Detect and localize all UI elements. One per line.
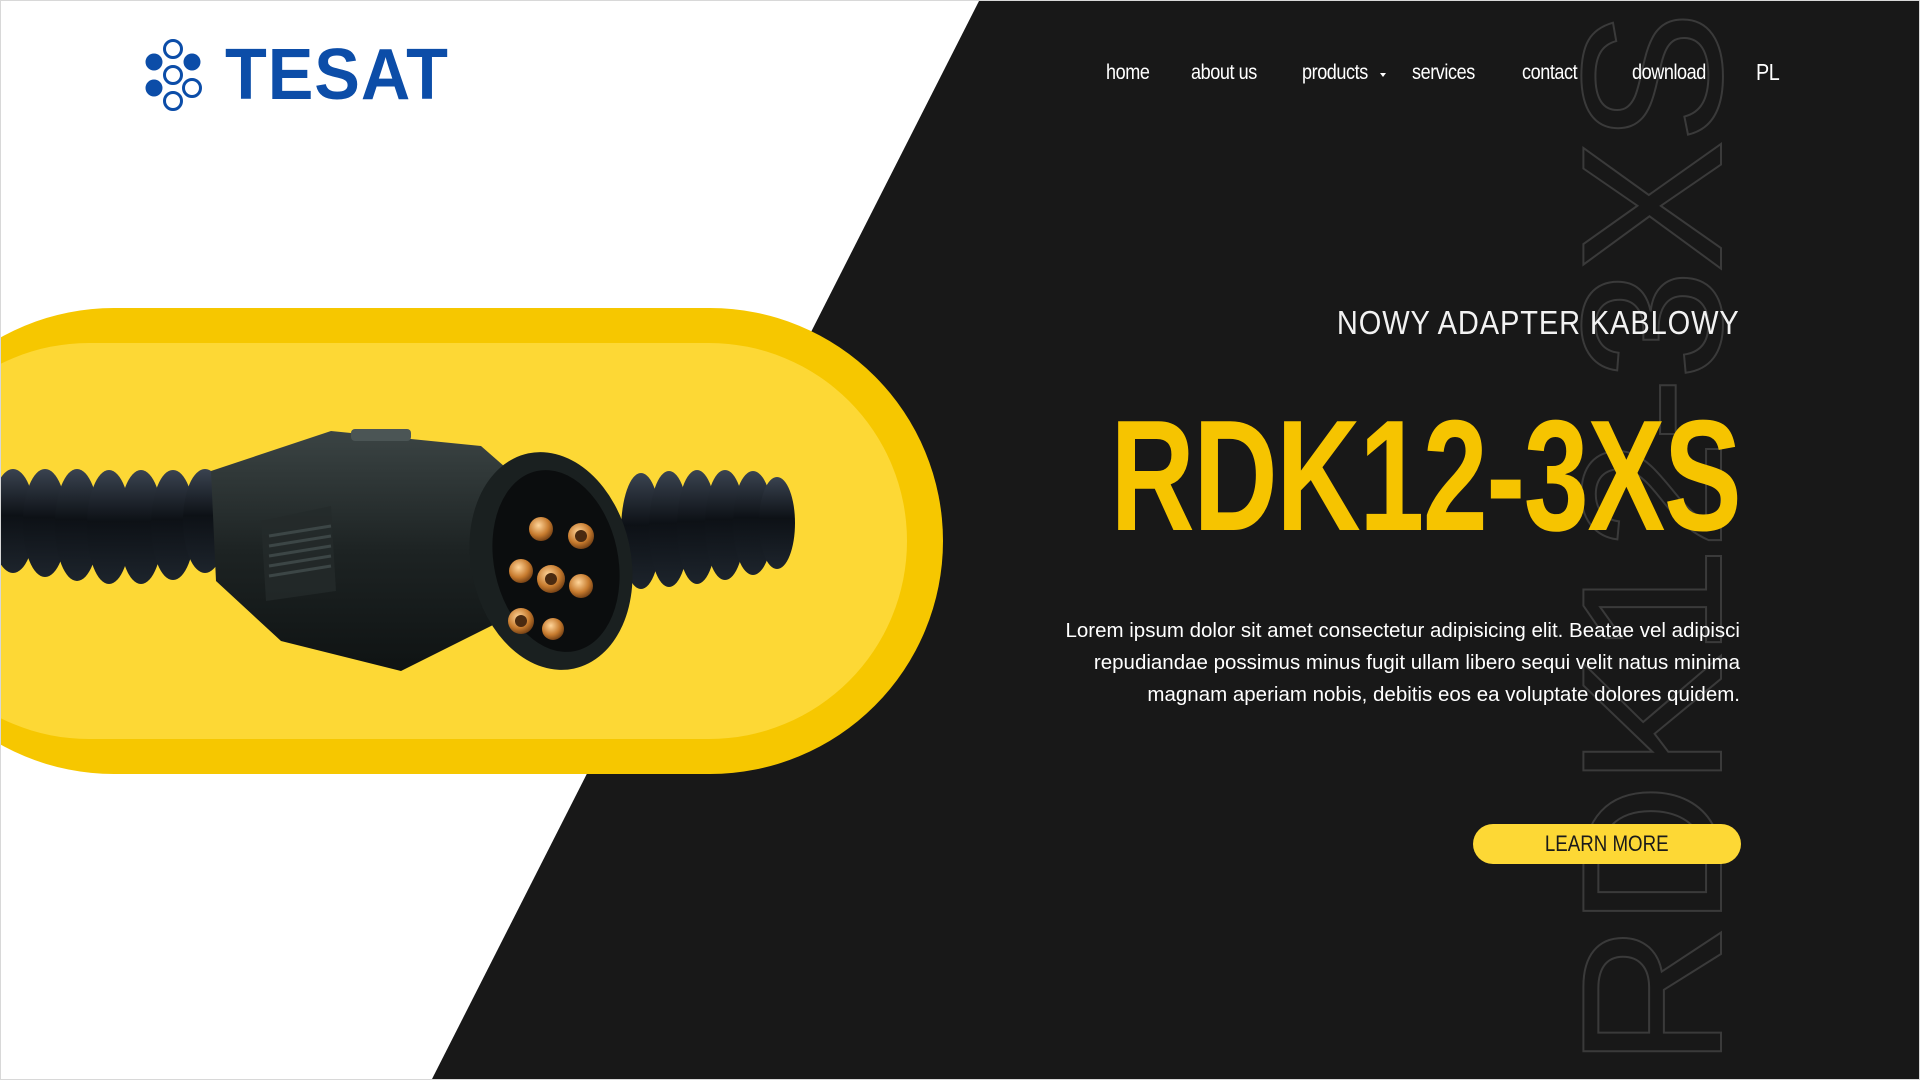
- left-coil: [1, 469, 227, 584]
- nav-services[interactable]: services: [1412, 61, 1475, 85]
- page: RDK12-3XS TESAT home about us products s…: [0, 0, 1920, 1080]
- nav-home[interactable]: home: [1106, 61, 1150, 85]
- language-switch[interactable]: PL: [1756, 59, 1780, 86]
- learn-more-label: LEARN MORE: [1545, 831, 1669, 856]
- nav-contact[interactable]: contact: [1522, 61, 1578, 85]
- hero-description: Lorem ipsum dolor sit amet consectetur a…: [1065, 619, 1740, 706]
- cable-plug-image: [1, 429, 795, 671]
- nav-products[interactable]: products: [1302, 61, 1368, 85]
- learn-more-button[interactable]: LEARN MORE: [1473, 824, 1741, 864]
- hero-subtitle: NOWY ADAPTER KABLOWY: [1337, 304, 1740, 341]
- products-dropdown-icon[interactable]: [1380, 73, 1386, 77]
- brand-logo[interactable]: TESAT: [139, 37, 461, 113]
- nav-about-us[interactable]: about us: [1191, 61, 1257, 85]
- right-coil: [621, 470, 795, 589]
- nav-download[interactable]: download: [1632, 61, 1706, 85]
- hero-title: RDK12-3XS: [1110, 388, 1741, 564]
- plug-body: [211, 429, 633, 671]
- brand-name: TESAT: [225, 35, 449, 115]
- logo-circles-icon: [145, 39, 202, 111]
